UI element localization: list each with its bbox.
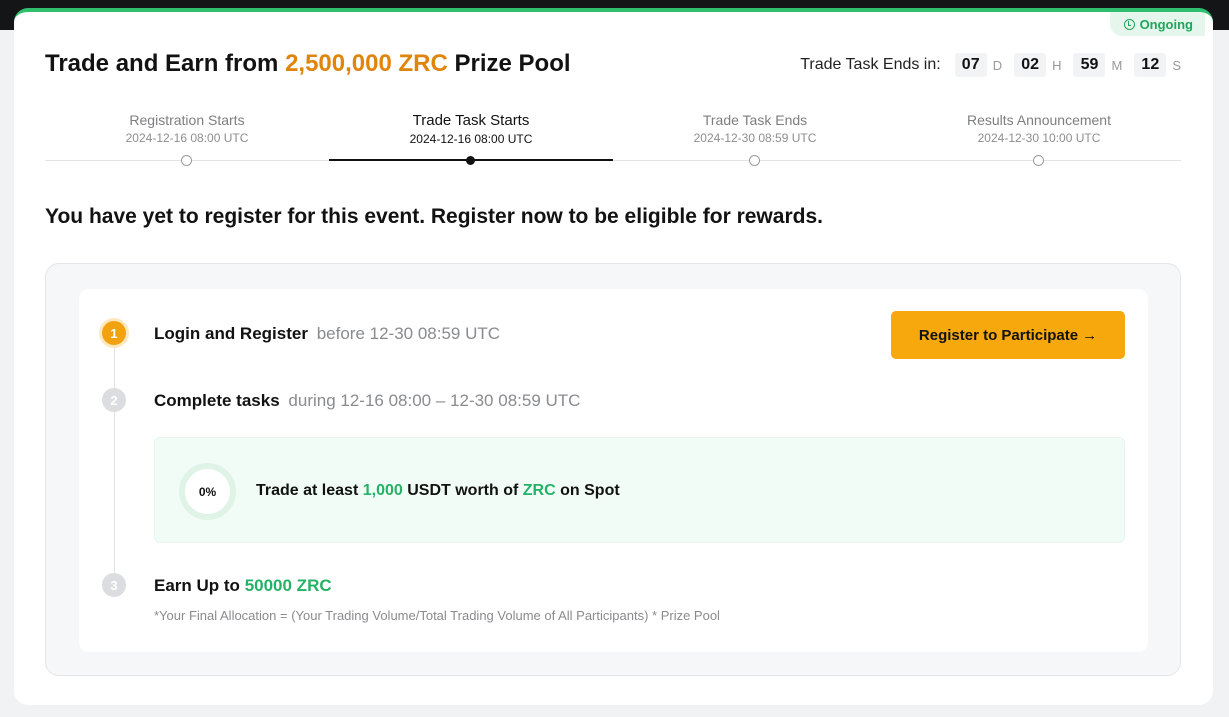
task-amount: 1,000: [362, 482, 403, 499]
steps-connector: [114, 344, 115, 579]
step-3-title: Earn Up to: [154, 576, 240, 595]
prize-amount: 2,500,000 ZRC: [285, 50, 448, 77]
clock-icon: [1123, 18, 1135, 30]
task-description: Trade at least 1,000 USDT worth of ZRC o…: [256, 482, 620, 499]
step-1-number: 1: [102, 321, 126, 345]
step-2-row: Complete tasks during 12-16 08:00 – 12-3…: [154, 391, 580, 411]
step-2-number: 2: [102, 388, 126, 412]
timeline-step-results-announcement: Results Announcement 2024-12-30 10:00 UT…: [967, 112, 1111, 145]
event-timeline: Registration Starts 2024-12-16 08:00 UTC…: [45, 112, 1181, 172]
register-button[interactable]: Register to Participate →: [891, 311, 1125, 359]
allocation-formula: *Your Final Allocation = (Your Trading V…: [154, 608, 720, 623]
timeline-dot: [181, 155, 192, 166]
arrow-right-icon: →: [1082, 326, 1098, 344]
page-title: Trade and Earn from 2,500,000 ZRC Prize …: [45, 50, 571, 77]
registration-notice: You have yet to register for this event.…: [45, 205, 823, 228]
countdown-days: 07: [954, 53, 987, 77]
status-label: Ongoing: [1139, 16, 1193, 32]
step-2-detail: during 12-16 08:00 – 12-30 08:59 UTC: [288, 391, 581, 410]
status-badge: Ongoing: [1109, 12, 1205, 36]
countdown-label: Trade Task Ends in:: [800, 56, 941, 73]
hours-unit: H: [1052, 57, 1062, 73]
task-token: ZRC: [522, 482, 556, 499]
task-card: 0% Trade at least 1,000 USDT worth of ZR…: [154, 437, 1125, 543]
timeline-track: [45, 160, 1181, 161]
days-unit: D: [992, 57, 1003, 73]
step-1-row: Login and Register before 12-30 08:59 UT…: [154, 324, 500, 344]
minutes-unit: M: [1111, 57, 1123, 73]
timeline-step-trade-task-starts: Trade Task Starts 2024-12-16 08:00 UTC: [409, 112, 533, 146]
progress-ring: 0%: [179, 463, 236, 520]
step-3-number: 3: [102, 573, 126, 597]
countdown-hours: 02: [1014, 53, 1047, 77]
step-1-detail: before 12-30 08:59 UTC: [316, 324, 501, 343]
reward-amount: 50000 ZRC: [244, 576, 332, 595]
step-1-title: Login and Register: [154, 324, 308, 343]
timeline-step-trade-task-ends: Trade Task Ends 2024-12-30 08:59 UTC: [693, 112, 817, 145]
step-3-row: Earn Up to 50000 ZRC: [154, 576, 332, 596]
timeline-dot-active: [466, 156, 475, 165]
seconds-unit: S: [1172, 57, 1181, 73]
timeline-dot: [1033, 155, 1044, 166]
event-card: Ongoing Trade and Earn from 2,500,000 ZR…: [14, 8, 1213, 705]
steps-card: 1 Login and Register before 12-30 08:59 …: [79, 289, 1148, 652]
timeline-dot: [749, 155, 760, 166]
step-2-title: Complete tasks: [154, 391, 280, 410]
countdown-minutes: 59: [1073, 53, 1106, 77]
steps-panel: 1 Login and Register before 12-30 08:59 …: [45, 263, 1181, 676]
timeline-step-registration-starts: Registration Starts 2024-12-16 08:00 UTC: [125, 112, 249, 145]
countdown-seconds: 12: [1134, 53, 1167, 77]
countdown: Trade Task Ends in: 07 D 02 H 59 M 12 S: [800, 53, 1181, 77]
register-button-label: Register to Participate: [918, 326, 1079, 344]
